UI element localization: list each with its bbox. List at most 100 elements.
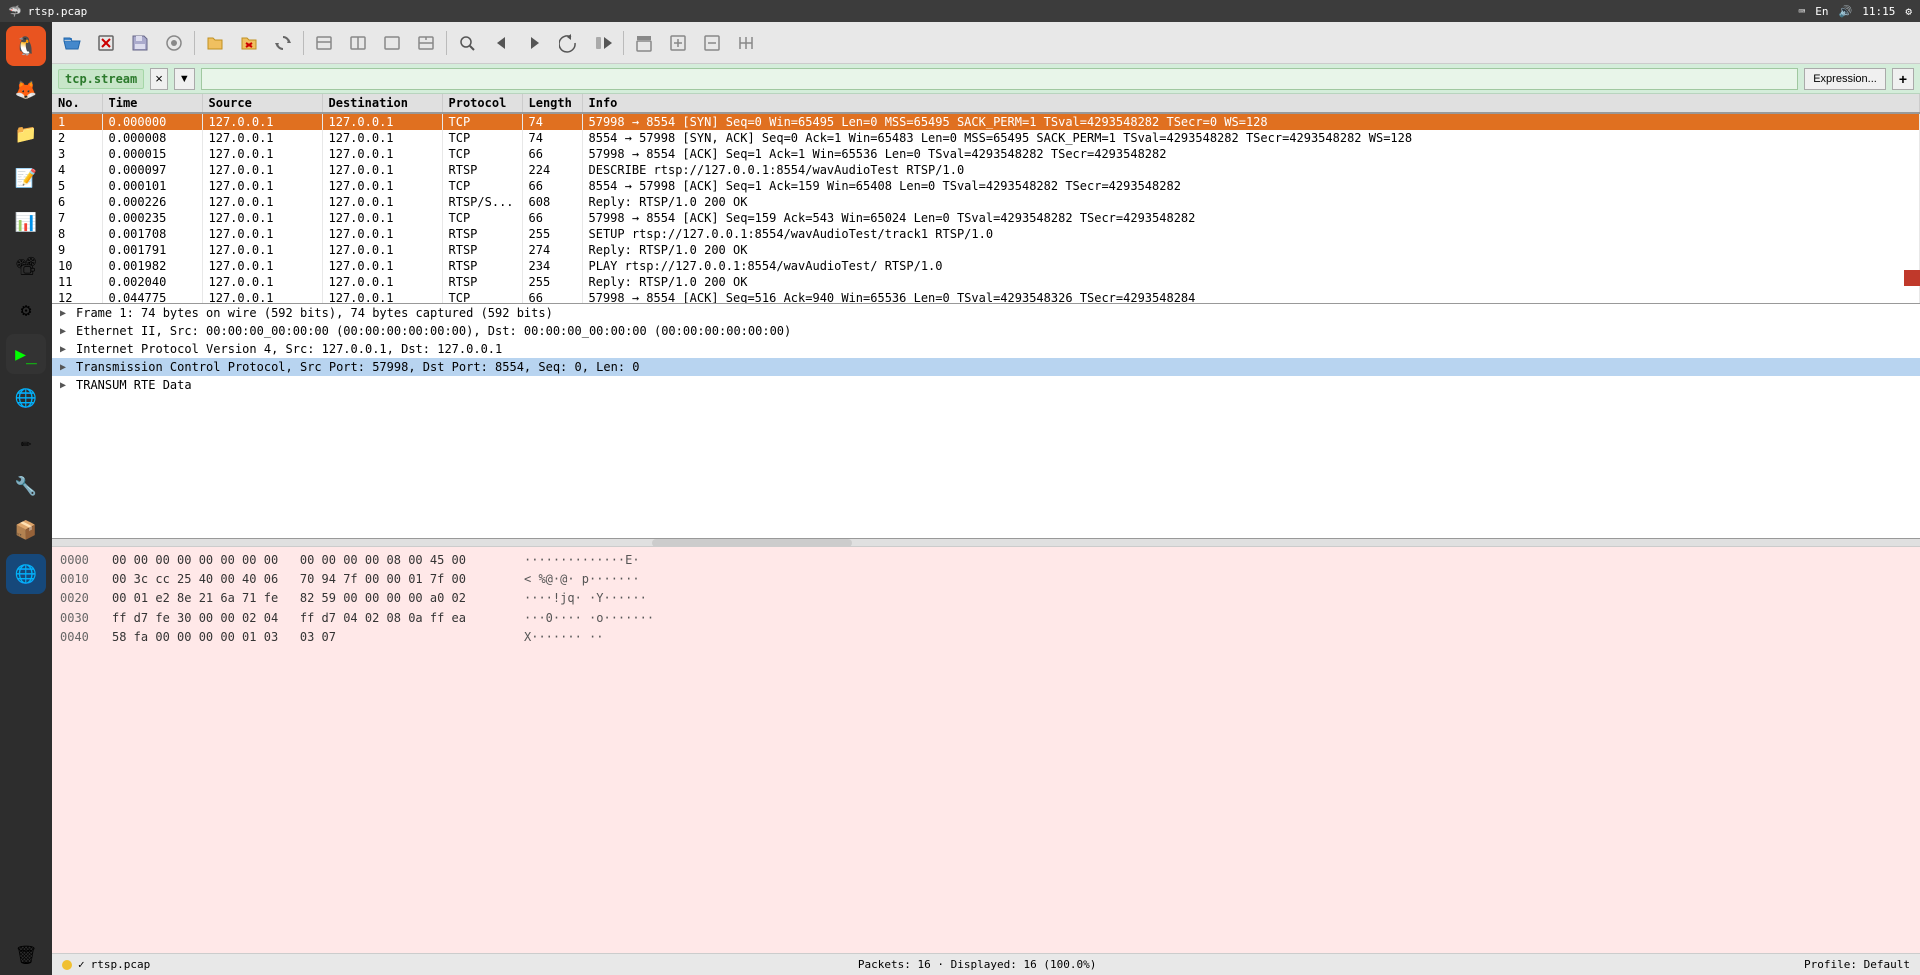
table-row[interactable]: 20.000008127.0.0.1127.0.0.1TCP748554 → 5… [52, 130, 1920, 146]
cell-0: 8 [52, 226, 102, 242]
hex-offset-0000: 0000 [60, 551, 100, 570]
detail-ip[interactable]: ▶ Internet Protocol Version 4, Src: 127.… [52, 340, 1920, 358]
keyboard-icon: ⌨ [1799, 5, 1806, 18]
zoom-in-btn[interactable] [662, 28, 694, 58]
close-capture-btn[interactable] [233, 28, 265, 58]
expand-ip-icon: ▶ [60, 344, 72, 355]
capture-start-btn[interactable] [308, 28, 340, 58]
cell-3: 127.0.0.1 [322, 146, 442, 162]
sidebar-item-network[interactable]: 🌐 [6, 554, 46, 594]
table-row[interactable]: 30.000015127.0.0.1127.0.0.1TCP6657998 → … [52, 146, 1920, 162]
prev-packet-btn[interactable] [485, 28, 517, 58]
sidebar-item-calc[interactable]: 📊 [6, 202, 46, 242]
cell-5: 224 [522, 162, 582, 178]
scrollbar-thumb[interactable] [652, 539, 852, 547]
titlebar: 🦈 rtsp.pcap ⌨ En 🔊 11:15 ⚙ [0, 0, 1920, 22]
sidebar-item-impress[interactable]: 📽 [6, 246, 46, 286]
sidebar-item-software[interactable]: 📦 [6, 510, 46, 550]
cell-6: 8554 → 57998 [ACK] Seq=1 Ack=159 Win=654… [582, 178, 1920, 194]
table-row[interactable]: 110.002040127.0.0.1127.0.0.1RTSP255Reply… [52, 274, 1920, 290]
table-row[interactable]: 50.000101127.0.0.1127.0.0.1TCP668554 → 5… [52, 178, 1920, 194]
capture-options2-btn[interactable] [410, 28, 442, 58]
cell-2: 127.0.0.1 [202, 146, 322, 162]
sidebar-item-system[interactable]: ⚙ [6, 290, 46, 330]
cell-2: 127.0.0.1 [202, 226, 322, 242]
go-back-btn[interactable] [553, 28, 585, 58]
open-file-btn[interactable] [56, 28, 88, 58]
sidebar-item-texteditor[interactable]: ✏ [6, 422, 46, 462]
detail-ethernet[interactable]: ▶ Ethernet II, Src: 00:00:00_00:00:00 (0… [52, 322, 1920, 340]
horizontal-scrollbar[interactable] [52, 539, 1920, 547]
expand-ethernet-icon: ▶ [60, 326, 72, 337]
time-display: 11:15 [1862, 5, 1895, 18]
zoom-out-btn[interactable] [696, 28, 728, 58]
next-packet-btn[interactable] [519, 28, 551, 58]
colorize-btn[interactable] [628, 28, 660, 58]
detail-frame[interactable]: ▶ Frame 1: 74 bytes on wire (592 bits), … [52, 304, 1920, 322]
sidebar-item-files[interactable]: 📁 [6, 114, 46, 154]
cell-0: 6 [52, 194, 102, 210]
filter-dropdown-button[interactable]: ▼ [174, 68, 195, 90]
col-time: Time [102, 94, 202, 113]
add-filter-button[interactable]: + [1892, 68, 1914, 90]
titlebar-right: ⌨ En 🔊 11:15 ⚙ [1799, 5, 1912, 18]
capture-restart-btn[interactable] [376, 28, 408, 58]
sidebar-item-chrome[interactable]: 🌐 [6, 378, 46, 418]
table-row[interactable]: 10.000000127.0.0.1127.0.0.1TCP7457998 → … [52, 113, 1920, 130]
table-row[interactable]: 100.001982127.0.0.1127.0.0.1RTSP234PLAY … [52, 258, 1920, 274]
cell-5: 274 [522, 242, 582, 258]
cell-4: RTSP/S... [442, 194, 522, 210]
hex-offset-0040: 0040 [60, 628, 100, 647]
sidebar-item-terminal[interactable]: ▶_ [6, 334, 46, 374]
open-capture-btn[interactable] [199, 28, 231, 58]
detail-transum[interactable]: ▶ TRANSUM RTE Data [52, 376, 1920, 394]
writer-icon: 📝 [15, 168, 37, 189]
red-indicator [1904, 270, 1920, 286]
cell-1: 0.001791 [102, 242, 202, 258]
cell-2: 127.0.0.1 [202, 178, 322, 194]
sidebar-item-ubuntu[interactable]: 🐧 [6, 26, 46, 66]
hex-ascii-0040: X······· ·· [524, 628, 603, 647]
cell-6: 8554 → 57998 [SYN, ACK] Seq=0 Ack=1 Win=… [582, 130, 1920, 146]
sidebar-item-writer[interactable]: 📝 [6, 158, 46, 198]
cell-6: Reply: RTSP/1.0 200 OK [582, 194, 1920, 210]
table-row[interactable]: 90.001791127.0.0.1127.0.0.1RTSP274Reply:… [52, 242, 1920, 258]
find-packet-btn[interactable] [451, 28, 483, 58]
reload-btn[interactable] [267, 28, 299, 58]
cell-2: 127.0.0.1 [202, 130, 322, 146]
table-row[interactable]: 60.000226127.0.0.1127.0.0.1RTSP/S...608R… [52, 194, 1920, 210]
table-row[interactable]: 40.000097127.0.0.1127.0.0.1RTSP224DESCRI… [52, 162, 1920, 178]
hex-bytes-0040: 58 fa 00 00 00 00 01 03 03 07 [112, 628, 512, 647]
packet-table: No. Time Source Destination Protocol Len… [52, 94, 1920, 304]
network-icon: 🌐 [15, 564, 37, 585]
cell-2: 127.0.0.1 [202, 210, 322, 226]
go-forward-btn[interactable] [587, 28, 619, 58]
terminal-icon: ▶_ [15, 344, 37, 365]
expression-button[interactable]: Expression... [1804, 68, 1886, 90]
table-row[interactable]: 80.001708127.0.0.1127.0.0.1RTSP255SETUP … [52, 226, 1920, 242]
filter-x-button[interactable]: × [150, 68, 168, 90]
options-btn[interactable] [158, 28, 190, 58]
detail-tcp[interactable]: ▶ Transmission Control Protocol, Src Por… [52, 358, 1920, 376]
cell-1: 0.000226 [102, 194, 202, 210]
cell-4: RTSP [442, 258, 522, 274]
packet-list[interactable]: No. Time Source Destination Protocol Len… [52, 94, 1920, 304]
table-row[interactable]: 120.044775127.0.0.1127.0.0.1TCP6657998 →… [52, 290, 1920, 304]
cell-6: 57998 → 8554 [ACK] Seq=1 Ack=1 Win=65536… [582, 146, 1920, 162]
col-dest: Destination [322, 94, 442, 113]
sidebar-item-settings[interactable]: 🔧 [6, 466, 46, 506]
save-btn[interactable] [124, 28, 156, 58]
sidebar-item-firefox[interactable]: 🦊 [6, 70, 46, 110]
close-file-btn[interactable] [90, 28, 122, 58]
cell-5: 255 [522, 274, 582, 290]
status-dot [62, 960, 72, 970]
filter-input[interactable] [201, 68, 1798, 90]
resize-columns-btn[interactable] [730, 28, 762, 58]
separator-1 [194, 31, 195, 55]
capture-stop-btn[interactable] [342, 28, 374, 58]
cell-3: 127.0.0.1 [322, 162, 442, 178]
table-row[interactable]: 70.000235127.0.0.1127.0.0.1TCP6657998 → … [52, 210, 1920, 226]
cell-1: 0.000235 [102, 210, 202, 226]
sidebar-item-trash[interactable]: 🗑 [6, 935, 46, 975]
filter-bar: tcp.stream × ▼ Expression... + [52, 64, 1920, 94]
